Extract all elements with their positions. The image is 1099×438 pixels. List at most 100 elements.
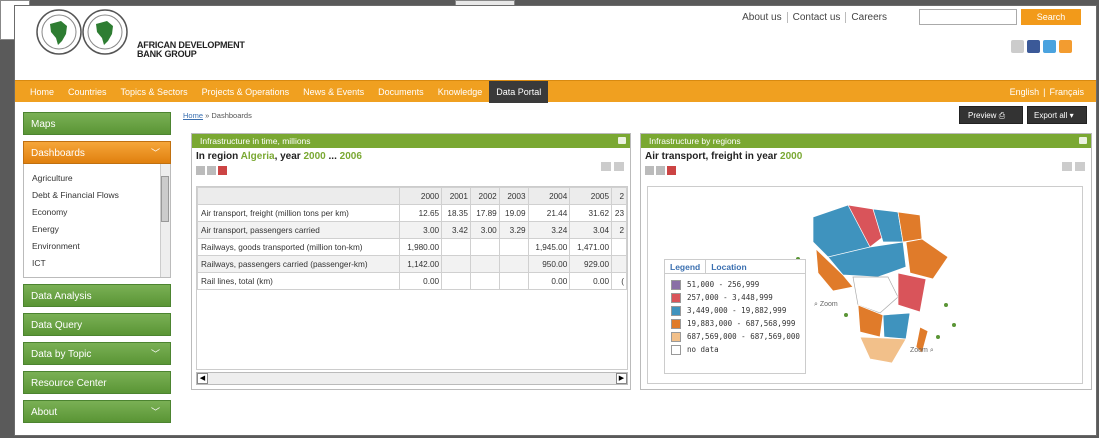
- table-cell: (: [611, 272, 627, 290]
- table-row: Air transport, passengers carried 3.00 3…: [197, 221, 627, 239]
- zoom-control-1[interactable]: ⌕ Zoom: [814, 301, 838, 309]
- pdf-icon[interactable]: [667, 166, 676, 175]
- search-button[interactable]: Search: [1021, 9, 1081, 25]
- afdb-logo[interactable]: [33, 8, 141, 58]
- sublist-item-energy[interactable]: Energy: [32, 221, 170, 238]
- search-input[interactable]: [919, 9, 1017, 25]
- preview-button[interactable]: Preview ⎙: [959, 106, 1023, 124]
- minimize-icon[interactable]: [618, 137, 626, 144]
- legend-swatch: [671, 331, 681, 342]
- table-cell: Railways, goods transported (million ton…: [197, 238, 401, 256]
- careers-link[interactable]: Careers: [845, 12, 892, 23]
- sidebar-data-analysis-label: Data Analysis: [31, 291, 92, 302]
- sidebar-maps[interactable]: Maps: [23, 112, 171, 135]
- sublist-scrollbar[interactable]: [160, 164, 170, 277]
- year-value[interactable]: 2000: [780, 151, 802, 162]
- nav-topics-sectors[interactable]: Topics & Sectors: [114, 81, 195, 103]
- table-row: Rail lines, total (km) 0.00 0.00 0.00 (: [197, 272, 627, 290]
- export-label: Export all: [1034, 111, 1068, 120]
- breadcrumb-current: Dashboards: [211, 111, 252, 120]
- export-all-button[interactable]: Export all ▾: [1027, 106, 1087, 124]
- lang-english[interactable]: English: [1010, 87, 1040, 97]
- nav-news-events[interactable]: News & Events: [296, 81, 371, 103]
- sublist-item-environment[interactable]: Environment: [32, 238, 170, 255]
- nav-knowledge[interactable]: Knowledge: [431, 81, 490, 103]
- nav-projects-operations[interactable]: Projects & Operations: [195, 81, 297, 103]
- preview-label: Preview: [968, 111, 997, 120]
- table-header-cell: 2004: [527, 187, 571, 205]
- sidebar-resource-center-label: Resource Center: [31, 378, 107, 389]
- year-to[interactable]: 2006: [340, 151, 362, 162]
- twitter-icon[interactable]: [1043, 40, 1056, 53]
- map-region-east: [897, 272, 927, 313]
- map-view-icon[interactable]: [1062, 162, 1072, 171]
- facebook-icon[interactable]: [1027, 40, 1040, 53]
- table-cell: 21.44: [527, 204, 571, 222]
- excel-icon[interactable]: [207, 166, 216, 175]
- scroll-left-icon[interactable]: ◀: [197, 373, 208, 384]
- table-cell: 3.00: [469, 221, 500, 239]
- sidebar-data-analysis[interactable]: Data Analysis: [23, 284, 171, 307]
- table-cell: 0.00: [569, 272, 613, 290]
- table-cell: 0.00: [527, 272, 571, 290]
- lang-french[interactable]: Français: [1049, 87, 1084, 97]
- panel-subtitle: In region Algeria, year 2000 ... 2006: [192, 148, 630, 162]
- nav-documents[interactable]: Documents: [371, 81, 431, 103]
- print-icon[interactable]: [196, 166, 205, 175]
- sublist-item-ict[interactable]: ICT: [32, 255, 170, 272]
- rss-icon[interactable]: [1059, 40, 1072, 53]
- legend-swatch: [671, 318, 681, 329]
- share-cloud-icon[interactable]: [1011, 40, 1024, 53]
- table-cell: 19.09: [498, 204, 529, 222]
- nav-data-portal[interactable]: Data Portal: [489, 81, 549, 103]
- sidebar-dashboards[interactable]: Dashboards ﹀: [23, 141, 171, 164]
- map-island-dot: [844, 313, 848, 317]
- sublist-item-agriculture[interactable]: Agriculture: [32, 170, 170, 187]
- sidebar-about-label: About: [31, 407, 58, 418]
- table-header-row: 2000 2001 2002 2003 2004 2005 2: [197, 187, 627, 205]
- scroll-right-icon[interactable]: ▶: [616, 373, 627, 384]
- table-cell: [441, 272, 471, 290]
- main-nav: Home Countries Topics & Sectors Projects…: [15, 80, 1096, 103]
- nav-countries[interactable]: Countries: [61, 81, 114, 103]
- zoom-control-2[interactable]: Zoom ⌕: [910, 347, 934, 355]
- contact-us-link[interactable]: Contact us: [786, 12, 846, 23]
- sublist-scroll-thumb[interactable]: [161, 176, 169, 222]
- table-horizontal-scrollbar[interactable]: ◀ ▶: [196, 372, 628, 385]
- minimize-icon[interactable]: [1079, 137, 1087, 144]
- sublist-item-debt[interactable]: Debt & Financial Flows: [32, 187, 170, 204]
- chevron-down-icon: ﹀: [150, 349, 160, 359]
- table-view-icon[interactable]: [1075, 162, 1085, 171]
- sidebar-resource-center[interactable]: Resource Center: [23, 371, 171, 394]
- print-icon[interactable]: [645, 166, 654, 175]
- table-view-icon[interactable]: [614, 162, 624, 171]
- nav-home[interactable]: Home: [23, 81, 61, 103]
- excel-icon[interactable]: [656, 166, 665, 175]
- legend-swatch: [671, 305, 681, 316]
- table-cell: 31.62: [569, 204, 613, 222]
- panel-title: Infrastructure by regions: [649, 136, 741, 146]
- sidebar-data-by-topic[interactable]: Data by Topic ﹀: [23, 342, 171, 365]
- tab-legend[interactable]: Legend: [665, 260, 707, 273]
- legend-swatch: [671, 279, 681, 290]
- pdf-icon[interactable]: [218, 166, 227, 175]
- breadcrumb-separator: »: [205, 111, 210, 120]
- table-cell: Rail lines, total (km): [197, 272, 401, 290]
- tab-location[interactable]: Location: [706, 260, 751, 273]
- table-cell: Air transport, freight (million tons per…: [197, 204, 401, 222]
- printer-icon: ⎙: [998, 111, 1006, 120]
- year-from[interactable]: 2000: [303, 151, 325, 162]
- sidebar-data-query[interactable]: Data Query: [23, 313, 171, 336]
- table-cell: [441, 255, 471, 273]
- legend-item: 257,000 - 3,448,999: [671, 291, 805, 304]
- africa-map[interactable]: Legend Location 51,000 - 256,999 257,000…: [647, 186, 1083, 384]
- sublist-item-economy[interactable]: Economy: [32, 204, 170, 221]
- legend-label: 51,000 - 256,999: [687, 280, 760, 289]
- about-us-link[interactable]: About us: [737, 12, 786, 23]
- breadcrumb-home[interactable]: Home: [183, 111, 203, 120]
- region-name[interactable]: Algeria: [241, 151, 275, 162]
- sidebar-about[interactable]: About ﹀: [23, 400, 171, 423]
- legend-label: 19,883,000 - 687,568,999: [687, 319, 796, 328]
- chart-view-icon[interactable]: [601, 162, 611, 171]
- legend-label: 257,000 - 3,448,999: [687, 293, 773, 302]
